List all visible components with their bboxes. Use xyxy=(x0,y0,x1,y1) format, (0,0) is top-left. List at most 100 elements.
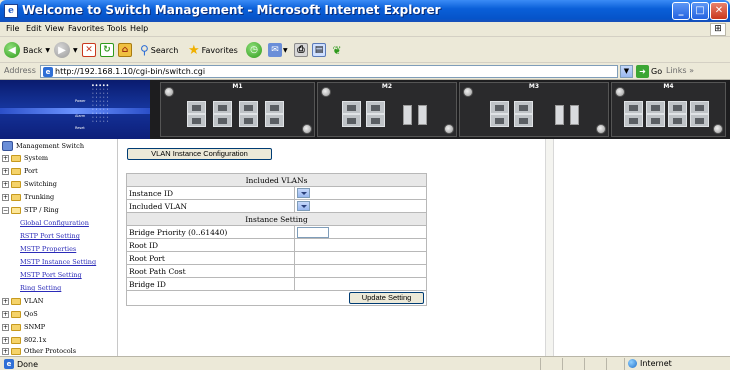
nav-item-snmp[interactable]: + SNMP xyxy=(2,321,45,333)
screw-icon xyxy=(615,87,625,97)
right-pane xyxy=(553,139,730,356)
nav-link-ring-setting[interactable]: Ring Setting xyxy=(20,282,61,294)
forward-button[interactable]: ▶ ▼ xyxy=(54,41,78,59)
screw-icon xyxy=(596,124,606,134)
refresh-button[interactable]: ↻ xyxy=(100,41,114,59)
links-button[interactable]: Links » xyxy=(666,66,694,75)
favorites-button[interactable]: ★ Favorites xyxy=(188,41,238,59)
folder-icon xyxy=(11,310,21,318)
messenger-button[interactable]: ❦ xyxy=(330,41,344,59)
maximize-button[interactable]: □ xyxy=(691,2,709,20)
vlan-instance-configuration-button[interactable]: VLAN Instance Configuration xyxy=(127,148,272,160)
status-divider xyxy=(606,358,607,370)
frame-scrollbar[interactable] xyxy=(545,139,553,356)
expand-icon[interactable]: + xyxy=(2,336,9,344)
expand-icon[interactable]: + xyxy=(2,167,9,175)
included-vlan-select[interactable] xyxy=(297,201,310,211)
menu-file[interactable]: File xyxy=(6,24,19,33)
instance-id-select[interactable] xyxy=(297,188,310,198)
nav-item-qos[interactable]: + QoS xyxy=(2,308,38,320)
status-divider xyxy=(624,358,625,370)
nav-root[interactable]: Management Switch xyxy=(2,140,84,152)
included-vlan-cell xyxy=(294,199,427,213)
dropdown-arrow-icon[interactable]: ▼ xyxy=(45,47,50,54)
edit-button[interactable]: ▤ xyxy=(312,41,326,59)
address-input[interactable]: e http://192.168.1.10/cgi-bin/switch.cgi xyxy=(40,65,618,78)
search-label: Search xyxy=(150,45,179,55)
history-button[interactable]: ◷ xyxy=(246,41,265,59)
expand-icon[interactable]: + xyxy=(2,193,9,201)
nav-link-label[interactable]: Ring Setting xyxy=(20,284,61,292)
bridge-priority-input[interactable] xyxy=(297,226,329,238)
menu-tools[interactable]: Tools xyxy=(107,24,127,33)
collapse-icon[interactable]: − xyxy=(2,206,9,214)
update-row: Update Setting xyxy=(126,290,427,306)
port xyxy=(668,101,687,114)
expand-icon[interactable]: + xyxy=(2,154,9,162)
dropdown-arrow-icon[interactable]: ▼ xyxy=(283,47,288,54)
nav-link-mstp-properties[interactable]: MSTP Properties xyxy=(20,243,76,255)
module-label: M2 xyxy=(381,83,393,90)
nav-link-mstp-port-setting[interactable]: MSTP Port Setting xyxy=(20,269,82,281)
mail-button[interactable]: ✉ ▼ xyxy=(268,41,288,59)
root-id-label: Root ID xyxy=(126,238,295,252)
minimize-button[interactable]: _ xyxy=(672,2,690,20)
ie-page-icon: e xyxy=(43,67,53,77)
nav-link-label[interactable]: MSTP Instance Setting xyxy=(20,258,96,266)
menu-view[interactable]: View xyxy=(45,24,64,33)
print-button[interactable]: ⎙ xyxy=(294,41,308,59)
sfp-port xyxy=(570,105,579,125)
nav-link-label[interactable]: RSTP Port Setting xyxy=(20,232,80,240)
expand-icon[interactable]: + xyxy=(2,310,9,318)
root-path-cost-value xyxy=(294,264,427,278)
expand-icon[interactable]: + xyxy=(2,323,9,331)
nav-item-port[interactable]: + Port xyxy=(2,165,38,177)
dropdown-arrow-icon[interactable]: ▼ xyxy=(73,47,78,54)
nav-label: VLAN xyxy=(24,297,44,305)
nav-item-system[interactable]: + System xyxy=(2,152,48,164)
screw-icon xyxy=(302,124,312,134)
nav-link-label[interactable]: Global Configuration xyxy=(20,219,89,227)
expand-icon[interactable]: + xyxy=(2,347,9,355)
port xyxy=(239,114,258,127)
address-dropdown-button[interactable]: ▼ xyxy=(620,65,633,78)
power-tag: Power xyxy=(75,99,86,103)
port xyxy=(342,101,361,114)
port xyxy=(239,101,258,114)
port xyxy=(646,114,665,127)
close-button[interactable]: ✕ xyxy=(710,2,728,20)
instance-setting-header: Instance Setting xyxy=(126,212,427,226)
folder-icon xyxy=(11,347,21,355)
nav-item-stp-ring[interactable]: − STP / Ring xyxy=(2,204,59,216)
back-label: Back xyxy=(23,45,43,55)
links-label: Links xyxy=(666,66,687,75)
screw-icon xyxy=(713,124,723,134)
mstp-instance-table: Included VLANs Instance ID Included VLAN… xyxy=(126,173,427,306)
nav-label: Trunking xyxy=(24,193,55,201)
go-button[interactable]: ➜ Go xyxy=(636,65,662,78)
search-button[interactable]: ⚲ Search xyxy=(140,41,178,59)
menu-favorites[interactable]: Favorites xyxy=(68,24,104,33)
stop-button[interactable]: ✕ xyxy=(82,41,96,59)
nav-item-trunking[interactable]: + Trunking xyxy=(2,191,54,203)
nav-label: 802.1x xyxy=(24,336,47,344)
nav-item-switching[interactable]: + Switching xyxy=(2,178,57,190)
screw-icon xyxy=(444,124,454,134)
menu-edit[interactable]: Edit xyxy=(26,24,42,33)
sfp-port xyxy=(418,105,427,125)
nav-link-global-configuration[interactable]: Global Configuration xyxy=(20,217,89,229)
nav-link-mstp-instance-setting[interactable]: MSTP Instance Setting xyxy=(20,256,96,268)
mail-icon: ✉ xyxy=(268,43,282,57)
port xyxy=(366,114,385,127)
nav-item-vlan[interactable]: + VLAN xyxy=(2,295,43,307)
nav-link-rstp-port-setting[interactable]: RSTP Port Setting xyxy=(20,230,80,242)
back-button[interactable]: ◀ Back ▼ xyxy=(4,41,50,59)
home-button[interactable]: ⌂ xyxy=(118,41,132,59)
expand-icon[interactable]: + xyxy=(2,180,9,188)
expand-icon[interactable]: + xyxy=(2,297,9,305)
update-setting-button[interactable]: Update Setting xyxy=(349,292,424,304)
menu-help[interactable]: Help xyxy=(130,24,148,33)
nav-link-label[interactable]: MSTP Port Setting xyxy=(20,271,82,279)
nav-link-label[interactable]: MSTP Properties xyxy=(20,245,76,253)
folder-icon xyxy=(11,167,21,175)
